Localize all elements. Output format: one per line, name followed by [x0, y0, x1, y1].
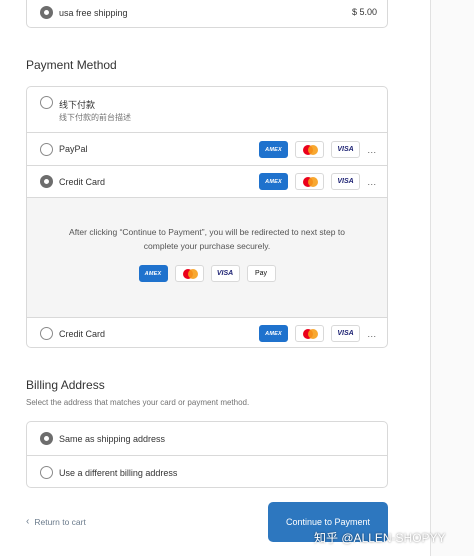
amex-icon: AMEX: [259, 325, 288, 342]
amex-icon: AMEX: [138, 265, 168, 282]
billing-address-heading: Billing Address: [26, 378, 105, 392]
amex-icon: AMEX: [259, 141, 288, 158]
paypal-label: PayPal: [59, 144, 88, 154]
payment-option-credit-card[interactable]: Credit Card AMEX VISA ...: [27, 165, 387, 197]
paypal-radio[interactable]: [40, 143, 53, 156]
chevron-left-icon: ‹: [26, 516, 30, 527]
mastercard-icon: [295, 325, 324, 342]
shipping-option-row[interactable]: usa free shipping $ 5.00: [27, 0, 387, 27]
same-address-radio[interactable]: [40, 432, 53, 445]
offline-description: 线下付款的前台描述: [59, 113, 131, 122]
offline-radio[interactable]: [40, 96, 53, 109]
different-address-label: Use a different billing address: [59, 468, 178, 478]
credit-card-2-radio[interactable]: [40, 327, 53, 340]
billing-address-box: Same as shipping address Use a different…: [26, 421, 388, 488]
order-summary-sidebar: [430, 0, 474, 556]
more-cards-icon[interactable]: ...: [367, 177, 377, 187]
payment-methods-box: 线下付款 线下付款的前台描述 PayPal AMEX VISA ... Cred…: [26, 86, 388, 348]
more-cards-icon[interactable]: ...: [367, 329, 377, 339]
credit-card-2-icons: AMEX VISA ...: [259, 325, 377, 342]
visa-icon: VISA: [331, 173, 360, 190]
visa-icon: VISA: [210, 265, 240, 282]
shipping-method-box: usa free shipping $ 5.00: [26, 0, 388, 28]
billing-option-different[interactable]: Use a different billing address: [27, 455, 387, 487]
visa-icon: VISA: [331, 325, 360, 342]
billing-option-same[interactable]: Same as shipping address: [27, 422, 387, 455]
visa-icon: VISA: [331, 141, 360, 158]
mastercard-icon: [295, 173, 324, 190]
redirect-message: After clicking “Continue to Payment”, yo…: [69, 227, 345, 251]
paypal-card-icons: AMEX VISA ...: [259, 141, 377, 158]
payment-option-paypal[interactable]: PayPal AMEX VISA ...: [27, 132, 387, 165]
mastercard-icon: [295, 141, 324, 158]
credit-card-label: Credit Card: [59, 177, 106, 187]
credit-card-radio[interactable]: [40, 175, 53, 188]
return-to-cart-label: Return to cart: [34, 516, 86, 527]
payment-option-offline[interactable]: 线下付款 线下付款的前台描述: [27, 87, 387, 132]
different-address-radio[interactable]: [40, 466, 53, 479]
shipping-option-label: usa free shipping: [59, 8, 128, 18]
payment-method-heading: Payment Method: [26, 58, 117, 72]
shipping-radio[interactable]: [40, 6, 53, 19]
amex-icon: AMEX: [259, 173, 288, 190]
return-to-cart-link[interactable]: ‹ Return to cart: [26, 516, 86, 527]
shipping-price: $ 5.00: [351, 7, 377, 17]
offline-label: 线下付款: [59, 100, 96, 110]
apple-pay-icon: Pay: [246, 265, 276, 282]
same-address-label: Same as shipping address: [59, 434, 166, 444]
mastercard-icon: [174, 265, 204, 282]
redirect-card-icons: AMEX VISA Pay: [27, 265, 387, 282]
payment-option-credit-card-2[interactable]: Credit Card AMEX VISA ...: [27, 317, 387, 347]
redirect-panel: After clicking “Continue to Payment”, yo…: [27, 197, 387, 317]
more-cards-icon[interactable]: ...: [367, 145, 377, 155]
billing-address-description: Select the address that matches your car…: [26, 398, 250, 407]
credit-card-2-label: Credit Card: [59, 329, 106, 339]
watermark: 知乎 @ALLEN-SHOPYY: [314, 531, 446, 545]
credit-card-icons: AMEX VISA ...: [259, 173, 377, 190]
